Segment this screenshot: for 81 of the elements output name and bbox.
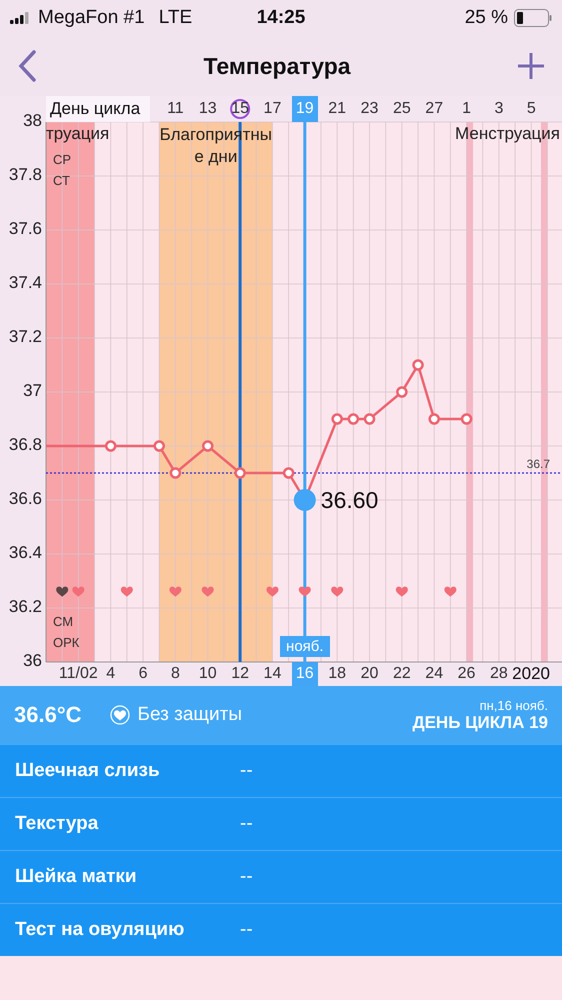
row-label: СР: [53, 152, 72, 167]
band-label: Менструация: [455, 124, 560, 144]
row-label: ОРК: [53, 635, 80, 650]
data-point[interactable]: [460, 413, 472, 425]
data-point[interactable]: [282, 467, 294, 479]
row-label: СТ: [53, 173, 70, 188]
cycle-day-label: 17: [262, 99, 282, 119]
data-point[interactable]: [234, 467, 246, 479]
y-axis-label: 36.6: [8, 489, 42, 509]
data-point[interactable]: [202, 440, 214, 452]
cycle-day-label: 1: [461, 99, 472, 119]
battery-icon: [514, 9, 552, 27]
cycle-day-label: 19: [292, 96, 318, 122]
data-point[interactable]: [412, 359, 424, 371]
detail-value: --: [240, 919, 253, 941]
x-axis-label: 22: [392, 664, 412, 684]
detail-row[interactable]: Шейка матки --: [0, 850, 562, 903]
selected-point[interactable]: [294, 489, 316, 511]
y-axis-label: 36.2: [8, 597, 42, 617]
data-point[interactable]: [396, 386, 408, 398]
cycle-day-label: 13: [198, 99, 218, 119]
detail-label: Тест на овуляцию: [15, 919, 186, 941]
x-axis-label: 26: [456, 664, 476, 684]
x-axis-label: 12: [230, 664, 250, 684]
year-label: 2020: [512, 663, 550, 685]
y-axis-label: 36.8: [8, 435, 42, 455]
temperature-reading: 36.6°C: [14, 702, 82, 728]
detail-row[interactable]: Тест на овуляцию --: [0, 903, 562, 956]
detail-row[interactable]: Шеечная слизь --: [0, 744, 562, 797]
cycle-day-label: 23: [360, 99, 380, 119]
detail-row[interactable]: Текстура --: [0, 797, 562, 850]
protection-status: Без защиты: [138, 704, 242, 726]
row-label: СМ: [53, 614, 74, 628]
clock-time: 14:25: [256, 7, 306, 29]
detail-value: --: [240, 813, 253, 835]
cycle-day-label: 3: [493, 99, 504, 119]
date-label: пн,16 нояб.: [480, 698, 548, 712]
detail-value: --: [240, 760, 253, 782]
y-axis-label: 36.4: [8, 543, 42, 563]
data-point[interactable]: [428, 413, 440, 425]
x-axis-label: 18: [327, 664, 348, 684]
data-point[interactable]: [348, 413, 360, 425]
x-axis-label: 8: [170, 664, 181, 684]
y-axis-label: 37.2: [8, 327, 42, 347]
selected-value: 36.60: [320, 487, 378, 514]
detail-label: Текстура: [15, 813, 100, 835]
coverline-label: 36.7: [526, 457, 550, 471]
y-axis-label: 38: [22, 111, 42, 131]
cycle-day-label: 5: [526, 99, 537, 119]
detail-value: --: [240, 866, 253, 888]
x-axis-label: 11/02: [58, 664, 99, 684]
screen-title: Температура: [203, 52, 351, 80]
cycle-day-label: 21: [327, 99, 348, 119]
cycle-day-label: 27: [424, 99, 444, 119]
data-point[interactable]: [153, 440, 165, 452]
y-axis-label: 37.8: [8, 165, 42, 185]
cycle-day-label: 11: [166, 99, 185, 119]
data-point[interactable]: [364, 413, 376, 425]
x-axis-label: 20: [360, 664, 380, 684]
network-type: LTE: [158, 7, 192, 29]
data-point[interactable]: [104, 440, 116, 452]
data-point[interactable]: [170, 467, 182, 479]
carrier-name: MegaFon #1: [38, 7, 145, 29]
x-axis-label: 10: [198, 664, 218, 684]
x-axis-label: 16: [292, 662, 318, 686]
month-label: нояб.: [280, 636, 330, 657]
x-axis-label: 6: [138, 664, 148, 684]
x-axis-label: 24: [424, 664, 444, 684]
y-axis-label: 37: [22, 381, 42, 401]
data-point[interactable]: [331, 413, 343, 425]
detail-label: Шейка матки: [15, 866, 138, 888]
cycle-day-header: День цикла: [46, 96, 150, 122]
detail-label: Шеечная слизь: [15, 760, 161, 782]
y-axis-label: 36: [22, 651, 42, 671]
battery-percent: 25 %: [464, 7, 508, 29]
band-label: труация: [46, 124, 110, 144]
y-axis-label: 37.4: [8, 273, 42, 293]
cycle-day-label: ДЕНЬ ЦИКЛА 19: [412, 712, 548, 732]
y-axis-label: 37.6: [8, 219, 42, 239]
cycle-day-label: 25: [392, 99, 412, 119]
x-axis-label: 14: [262, 664, 282, 684]
